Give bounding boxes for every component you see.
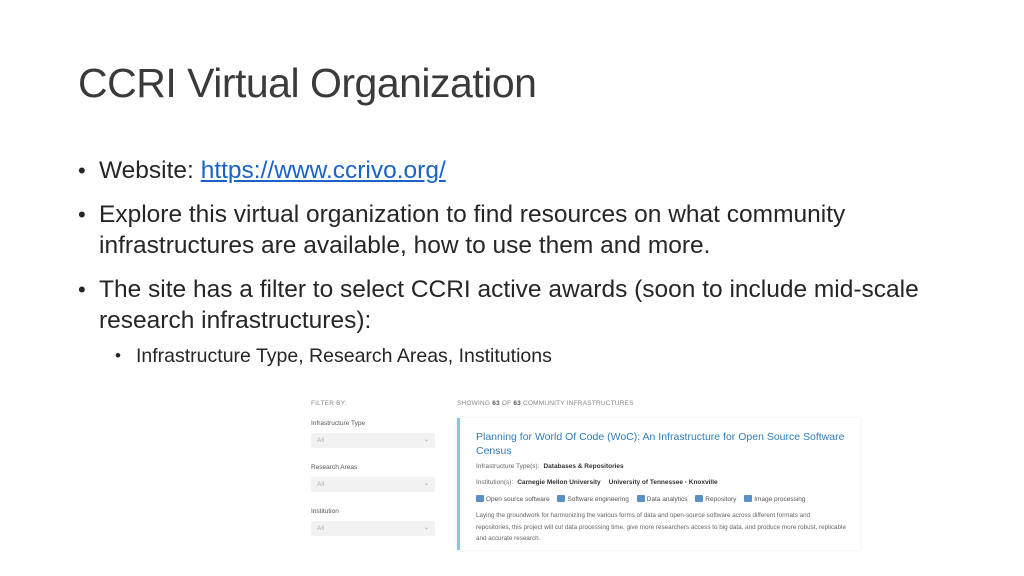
bullet-list: Website: https://www.ccrivo.org/ Explore… [78,155,978,382]
bullet-website: Website: https://www.ccrivo.org/ [78,155,978,186]
chart-icon [636,495,645,502]
tag-data-analytics[interactable]: Data analytics [636,495,687,503]
infrastructure-type-row: Infrastructure Type(s): Databases & Repos… [476,463,624,470]
tag-image-processing[interactable]: Image processing [744,495,806,503]
tag-software-engineering[interactable]: Software engineering [557,495,629,503]
filter-value: All [317,525,325,532]
filter-label-infrastructure-type: Infrastructure Type [311,420,366,427]
filter-by-heading: FILTER BY: [311,400,347,407]
filter-value: All [317,481,325,488]
card-title-link[interactable]: Planning for World Of Code (WoC): An Inf… [476,430,866,458]
computer-icon [557,495,566,502]
slide-title: CCRI Virtual Organization [78,60,537,106]
bullet-filter: The site has a filter to select CCRI act… [78,274,978,336]
filter-select-research-areas[interactable]: All ⌄ [311,477,435,492]
filter-value: All [317,437,325,444]
website-screenshot: FILTER BY: Infrastructure Type All ⌄ Res… [300,392,860,552]
image-icon [744,495,753,502]
website-label: Website: [99,157,201,184]
institution-row: Institution(s): Carnegie Mellon Universit… [476,479,718,486]
tag-repository[interactable]: Repository [695,495,736,503]
website-link[interactable]: https://www.ccrivo.org/ [201,157,446,184]
filter-select-institution[interactable]: All ⌄ [311,521,435,536]
chevron-down-icon: ⌄ [423,525,429,531]
filter-label-research-areas: Research Areas [311,464,358,471]
chevron-down-icon: ⌄ [423,481,429,487]
subbullet-filters: Infrastructure Type, Research Areas, Ins… [78,343,978,369]
database-icon [695,495,704,502]
bullet-explore: Explore this virtual organization to fin… [78,199,978,261]
document-icon [476,495,484,502]
research-area-tags: Open source software Software engineerin… [476,495,812,503]
tag-open-source-software[interactable]: Open source software [476,495,550,503]
filter-select-infrastructure-type[interactable]: All ⌄ [311,433,435,448]
filter-label-institution: Institution [311,508,339,515]
chevron-down-icon: ⌄ [423,437,429,443]
infrastructure-card[interactable]: Planning for World Of Code (WoC): An Inf… [457,418,860,550]
card-description: Laying the groundwork for harmonizing th… [476,512,846,542]
results-count: SHOWING 63 OF 63 COMMUNITY INFRASTRUCTUR… [457,400,634,407]
